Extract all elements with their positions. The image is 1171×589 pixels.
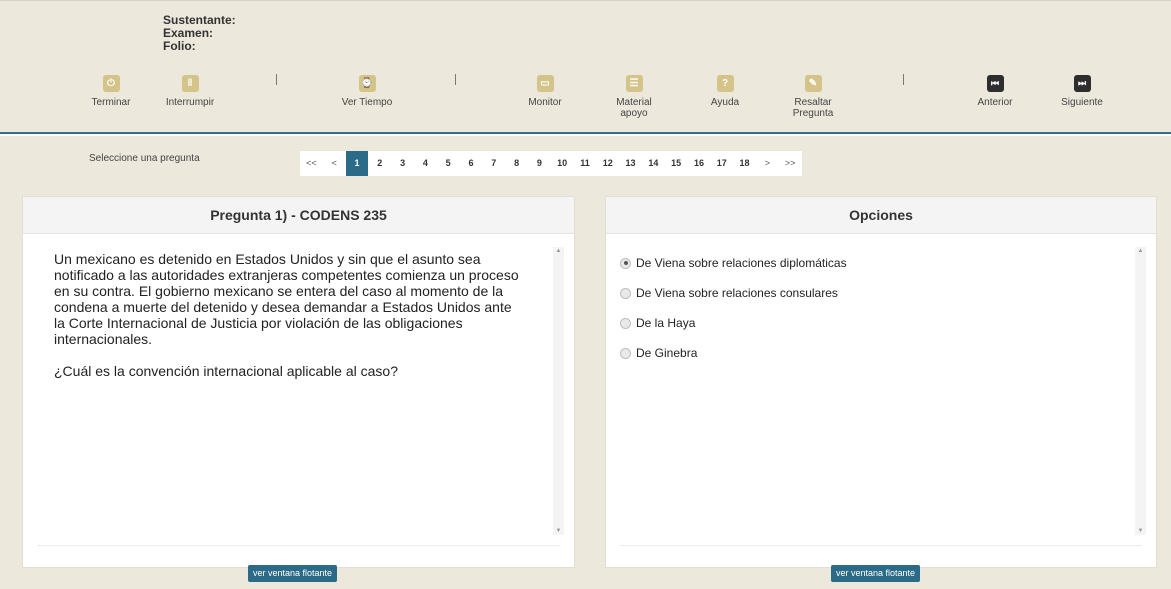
panel-footer-divider: [37, 545, 560, 546]
page-button-2[interactable]: 2: [368, 151, 391, 176]
resaltar-pregunta-button[interactable]: ✎ Resaltar Pregunta: [768, 73, 858, 119]
page-button-11[interactable]: 11: [574, 151, 597, 176]
clock-icon: ⌚: [358, 75, 376, 92]
interrumpir-button[interactable]: ‖ Interrumpir: [145, 73, 235, 108]
anterior-label: Anterior: [977, 97, 1013, 108]
radio-icon[interactable]: [620, 317, 631, 329]
monitor-label: Monitor: [528, 97, 562, 108]
question-body: Un mexicano es detenido en Estados Unido…: [54, 251, 519, 347]
toolbar-divider: [903, 74, 904, 85]
page-button-14[interactable]: 14: [642, 151, 665, 176]
page-button-5[interactable]: 5: [437, 151, 460, 176]
apoyo-label: apoyo: [620, 108, 648, 119]
question-panel: Pregunta 1) - CODENS 235 Un mexicano es …: [22, 196, 575, 568]
terminar-label: Terminar: [91, 97, 131, 108]
page-button-1[interactable]: 1: [345, 151, 369, 176]
ayuda-button[interactable]: ? Ayuda: [680, 73, 770, 108]
interrumpir-label: Interrumpir: [165, 97, 215, 108]
help-icon: ?: [716, 75, 734, 92]
pause-icon: ‖: [181, 75, 199, 92]
question-text: Un mexicano es detenido en Estados Unido…: [54, 251, 524, 379]
ayuda-label: Ayuda: [710, 97, 740, 108]
folio-label: Folio:: [163, 39, 196, 53]
options-float-window-button[interactable]: ver ventana flotante: [831, 565, 921, 582]
options-scroll-area[interactable]: De Viena sobre relaciones diplomáticas D…: [606, 235, 1156, 545]
document-icon: ☰: [625, 75, 643, 92]
radio-icon[interactable]: [620, 347, 631, 359]
question-title: Pregunta 1) - CODENS 235: [23, 197, 574, 234]
options-scrollbar[interactable]: ▲ ▼: [1135, 247, 1146, 535]
page-button-18[interactable]: 18: [733, 151, 756, 176]
scroll-down-icon[interactable]: ▼: [553, 528, 564, 534]
options-panel: Opciones De Viena sobre relaciones diplo…: [605, 196, 1157, 568]
page-button-15[interactable]: 15: [665, 151, 688, 176]
terminar-button[interactable]: ⏻ Terminar: [66, 73, 156, 108]
material-label: Material: [616, 97, 652, 108]
question-scrollbar[interactable]: ▲ ▼: [553, 247, 564, 535]
prev-page-button[interactable]: <: [323, 151, 346, 176]
scroll-up-icon[interactable]: ▲: [553, 248, 564, 254]
pregunta-label: Pregunta: [792, 108, 834, 119]
resaltar-label: Resaltar: [794, 97, 832, 108]
page-button-8[interactable]: 8: [505, 151, 528, 176]
material-apoyo-button[interactable]: ☰ Material apoyo: [589, 73, 679, 119]
page-button-7[interactable]: 7: [482, 151, 505, 176]
next-page-button[interactable]: >: [756, 151, 779, 176]
question-float-window-button[interactable]: ver ventana flotante: [248, 565, 338, 582]
ver-tiempo-label: Ver Tiempo: [341, 97, 393, 108]
options-title: Opciones: [606, 197, 1156, 234]
scroll-down-icon[interactable]: ▼: [1135, 528, 1146, 534]
ver-tiempo-button[interactable]: ⌚ Ver Tiempo: [322, 73, 412, 108]
page-button-13[interactable]: 13: [619, 151, 642, 176]
option-3[interactable]: De la Haya: [620, 316, 695, 330]
last-page-button[interactable]: >>: [779, 151, 802, 176]
radio-icon[interactable]: [620, 287, 631, 299]
page-button-3[interactable]: 3: [391, 151, 414, 176]
highlight-icon: ✎: [804, 75, 822, 92]
radio-selected-icon[interactable]: [620, 257, 631, 269]
option-label: De Ginebra: [636, 346, 698, 360]
skip-forward-icon: ⏭: [1073, 75, 1091, 92]
power-icon: ⏻: [102, 75, 120, 92]
select-question-label: Seleccione una pregunta: [89, 153, 200, 164]
page-button-10[interactable]: 10: [551, 151, 574, 176]
page-button-9[interactable]: 9: [528, 151, 551, 176]
option-label: De Viena sobre relaciones consulares: [636, 286, 838, 300]
page-button-12[interactable]: 12: [596, 151, 619, 176]
monitor-button[interactable]: ▭ Monitor: [500, 73, 590, 108]
option-4[interactable]: De Ginebra: [620, 346, 697, 360]
siguiente-button[interactable]: ⏭ Siguiente: [1037, 73, 1127, 108]
monitor-icon: ▭: [536, 75, 554, 92]
toolbar-divider: [455, 74, 456, 85]
option-label: De la Haya: [636, 316, 696, 330]
anterior-button[interactable]: ⏮ Anterior: [950, 73, 1040, 108]
option-1[interactable]: De Viena sobre relaciones diplomáticas: [620, 256, 847, 270]
candidate-info: Sustentante: Examen: Folio:: [163, 14, 236, 53]
option-2[interactable]: De Viena sobre relaciones consulares: [620, 286, 838, 300]
siguiente-label: Siguiente: [1061, 97, 1103, 108]
page-button-4[interactable]: 4: [414, 151, 437, 176]
panel-footer-divider: [620, 545, 1142, 546]
question-pager: << < 1 2 3 4 5 6 7 8 9 10 11 12 13 14 15…: [300, 151, 802, 176]
page-button-6[interactable]: 6: [460, 151, 483, 176]
first-page-button[interactable]: <<: [300, 151, 323, 176]
question-ask: ¿Cuál es la convención internacional apl…: [54, 363, 398, 379]
toolbar-divider: [276, 74, 277, 85]
scroll-up-icon[interactable]: ▲: [1135, 248, 1146, 254]
skip-back-icon: ⏮: [986, 75, 1004, 92]
question-scroll-area[interactable]: Un mexicano es detenido en Estados Unido…: [23, 235, 574, 545]
page-button-17[interactable]: 17: [710, 151, 733, 176]
page-button-16[interactable]: 16: [688, 151, 711, 176]
option-label: De Viena sobre relaciones diplomáticas: [636, 256, 847, 270]
